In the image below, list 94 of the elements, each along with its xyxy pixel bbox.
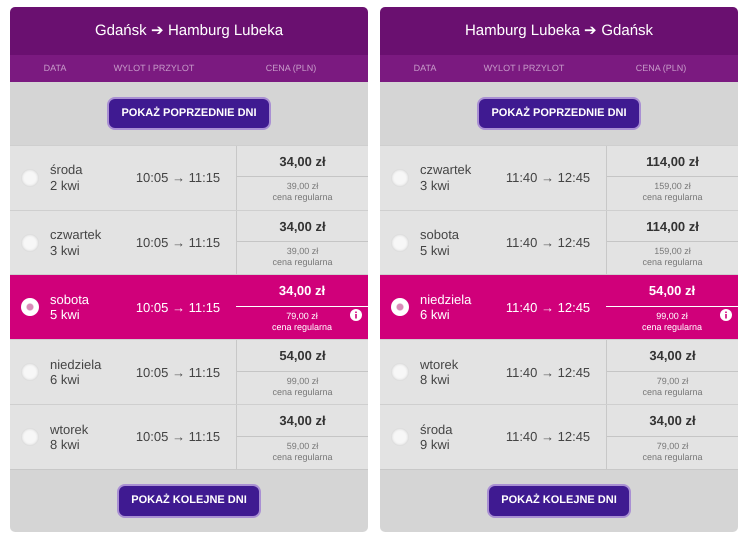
date-label: 3 kwi (50, 242, 81, 258)
regular-price: 39,00 zł (286, 181, 320, 192)
flight-time: 10:05 → 11:15 (134, 428, 222, 446)
regular-price: 99,00 zł (286, 376, 320, 388)
flight-time: 10:05 → 11:15 (134, 364, 222, 382)
column-label: WYLOT I PRZYLOT (112, 62, 196, 75)
radio-button[interactable] (21, 428, 39, 446)
day-name: wtorek (420, 356, 460, 372)
radio-button[interactable] (21, 298, 39, 316)
regular-price-label: cena regularna (642, 322, 702, 334)
regular-price-label: cena regularna (272, 192, 333, 204)
regular-price: 79,00 zł (656, 440, 690, 452)
regular-price: 39,00 zł (286, 246, 320, 258)
info-icon[interactable] (720, 309, 732, 322)
flight-time: 11:40 → 12:45 (504, 298, 592, 317)
date-label: 8 kwi (420, 372, 451, 388)
price: 34,00 zł (607, 411, 738, 437)
date-label: 6 kwi (420, 307, 451, 324)
info-icon[interactable] (350, 309, 362, 322)
regular-price: 159,00 zł (653, 181, 692, 192)
day-name: środa (420, 422, 454, 438)
column-label: DATA (42, 62, 68, 75)
radio-button[interactable] (21, 363, 39, 382)
regular-price: 59,00 zł (286, 440, 320, 452)
flight-time: 11:40 → 12:45 (504, 234, 592, 252)
day-name: czwartek (50, 226, 102, 243)
regular-price-label: cena regularna (272, 387, 333, 398)
regular-price-label: cena regularna (272, 322, 332, 334)
price: 34,00 zł (237, 216, 368, 242)
flight-time: 11:40 → 12:45 (504, 364, 592, 382)
radio-button[interactable] (391, 428, 409, 446)
regular-price: 79,00 zł (285, 310, 319, 322)
radio-button[interactable] (391, 234, 409, 252)
price: 34,00 zł (607, 346, 738, 372)
radio-button[interactable] (391, 363, 409, 382)
price: 54,00 zł (606, 281, 738, 307)
flight-time: 10:05 → 11:15 (134, 234, 222, 252)
column-label: WYLOT I PRZYLOT (482, 62, 566, 75)
previous-days-button[interactable]: POKAŻ POPRZEDNIE DNI (107, 96, 271, 130)
flight-time: 10:05 → 11:15 (134, 298, 222, 317)
regular-price-label: cena regularna (642, 387, 703, 398)
regular-price: 159,00 zł (653, 246, 692, 258)
date-label: 5 kwi (50, 307, 81, 324)
day-name: czwartek (420, 162, 472, 178)
flight-row[interactable]: sobota 5 kwi 10:05 → 11:15 34,00 zł 79,00 zł cena regularna (10, 274, 368, 340)
flight-row[interactable]: wtorek 8 kwi 11:40 → 12:45 34,00 zł 79,00 zł cena regularna (380, 339, 738, 404)
column-label: DATA (412, 62, 438, 75)
flight-row[interactable]: niedziela 6 kwi 11:40 → 12:45 54,00 zł 99,00 zł cena regularna (380, 274, 738, 340)
flight-time: 11:40 → 12:45 (504, 168, 592, 187)
next-days-button[interactable]: POKAŻ KOLEJNE DNI (487, 484, 631, 518)
date-label: 2 kwi (50, 178, 81, 194)
price: 54,00 zł (237, 346, 368, 372)
flight-row[interactable]: środa 9 kwi 11:40 → 12:45 34,00 zł 79,00 zł cena regularna (380, 404, 738, 470)
flight-row[interactable]: sobota 5 kwi 11:40 → 12:45 114,00 zł 159,00 zł cena regularna (380, 210, 738, 274)
radio-button[interactable] (391, 298, 409, 316)
date-label: 8 kwi (50, 437, 81, 453)
flight-row[interactable]: czwartek 3 kwi 10:05 → 11:15 34,00 zł 39,00 zł cena regularna (10, 210, 368, 274)
date-label: 3 kwi (420, 178, 451, 194)
radio-button[interactable] (21, 234, 39, 252)
radio-button[interactable] (391, 168, 409, 187)
regular-price-label: cena regularna (272, 452, 333, 464)
column-label: CENA (PLN) (264, 62, 318, 75)
price: 34,00 zł (237, 152, 368, 178)
day-name: sobota (50, 292, 90, 308)
price: 114,00 zł (607, 152, 738, 178)
day-name: środa (50, 162, 84, 178)
previous-days-button[interactable]: POKAŻ POPRZEDNIE DNI (477, 96, 641, 130)
price: 34,00 zł (236, 281, 368, 307)
regular-price-label: cena regularna (642, 257, 703, 269)
flight-row[interactable]: niedziela 6 kwi 10:05 → 11:15 54,00 zł 99,00 zł cena regularna (10, 339, 368, 404)
regular-price-label: cena regularna (272, 257, 333, 269)
regular-price: 79,00 zł (656, 376, 690, 388)
day-name: niedziela (50, 356, 102, 372)
day-name: niedziela (420, 292, 472, 308)
regular-price-label: cena regularna (642, 452, 703, 464)
route-title: Hamburg Lubeka ➔ Gdańsk (380, 7, 738, 55)
flight-row[interactable]: środa 2 kwi 10:05 → 11:15 34,00 zł 39,00 zł cena regularna (10, 144, 368, 210)
flight-row[interactable]: czwartek 3 kwi 11:40 → 12:45 114,00 zł 159,00 zł cena regularna (380, 144, 738, 210)
date-label: 6 kwi (50, 372, 81, 388)
date-label: 5 kwi (420, 242, 451, 258)
flight-row[interactable]: wtorek 8 kwi 10:05 → 11:15 34,00 zł 59,00 zł cena regularna (10, 404, 368, 470)
route-title: Gdańsk ➔ Hamburg Lubeka (10, 7, 368, 55)
column-label: CENA (PLN) (634, 62, 688, 75)
day-name: wtorek (50, 422, 90, 438)
flight-time: 10:05 → 11:15 (134, 168, 222, 187)
flight-time: 11:40 → 12:45 (504, 428, 592, 446)
date-label: 9 kwi (420, 437, 451, 453)
price: 114,00 zł (607, 216, 738, 242)
regular-price-label: cena regularna (642, 192, 703, 204)
radio-button[interactable] (21, 168, 39, 187)
regular-price: 99,00 zł (655, 310, 689, 322)
price: 34,00 zł (237, 411, 368, 437)
day-name: sobota (420, 226, 460, 243)
next-days-button[interactable]: POKAŻ KOLEJNE DNI (117, 484, 261, 518)
